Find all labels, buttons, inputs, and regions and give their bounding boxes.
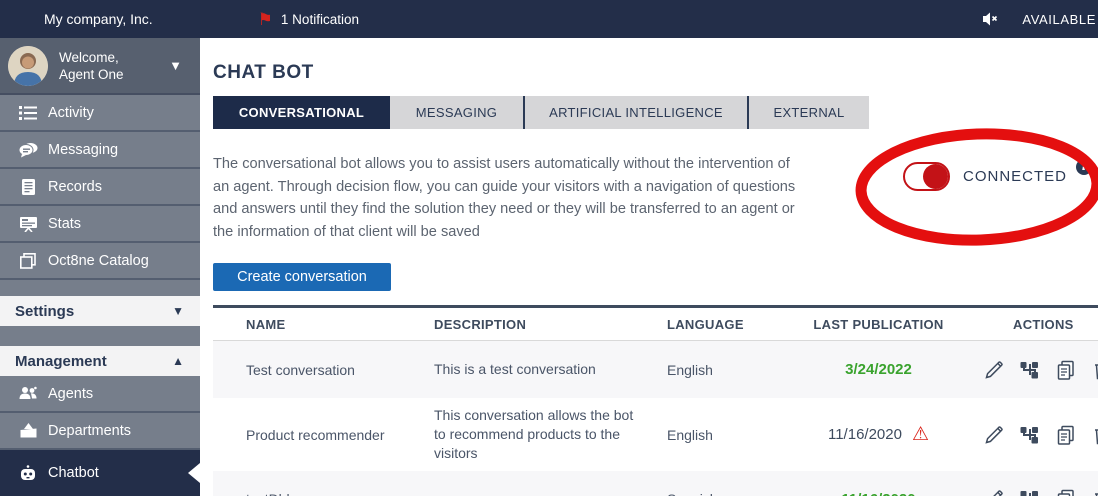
page-title: CHAT BOT [213,62,1098,84]
edit-pencil-icon[interactable] [983,359,1005,381]
sidebar: Welcome, Agent One ▼ Activity Messaging … [0,38,200,496]
edit-pencil-icon[interactable] [983,424,1005,446]
chat-bubbles-icon [18,142,38,158]
sidebar-item-oct8ne-catalog[interactable]: Oct8ne Catalog [0,243,200,280]
conversation-language: English [655,362,806,378]
table-row: testDbl Spanish 11/16/2020 [213,471,1098,496]
duplicate-copy-icon[interactable] [1055,424,1077,446]
tab-bar: CONVERSATIONAL MESSAGING ARTIFICIAL INTE… [213,96,1098,129]
chevron-down-icon: ▼ [169,58,182,73]
activity-list-icon [18,105,38,121]
conversation-name: Test conversation [246,362,434,378]
row-actions [951,359,1098,381]
toggle-knob [923,164,948,189]
row-actions [951,424,1098,446]
catalog-layers-icon [18,253,38,269]
availability-status[interactable]: AVAILABLE [1022,12,1096,27]
tab-external[interactable]: EXTERNAL [747,96,869,129]
flag-icon: ⚑ [258,11,273,28]
connection-toggle-group: CONNECTED i [903,162,1092,191]
table-row: Product recommender This conversation al… [213,398,1098,471]
col-language: LANGUAGE [655,317,806,332]
row-actions [951,488,1098,496]
table-header: NAME DESCRIPTION LANGUAGE LAST PUBLICATI… [213,308,1098,341]
tab-artificial-intelligence[interactable]: ARTIFICIAL INTELLIGENCE [523,96,747,129]
trash-icon[interactable] [1091,488,1098,496]
stats-board-icon [18,216,38,232]
flow-diagram-icon[interactable] [1019,424,1041,446]
conversation-name: testDbl [246,491,434,496]
last-publication-cell: 11/16/2020 ⚠ [806,425,951,444]
agents-people-icon [18,386,38,401]
conversation-language: English [655,427,806,443]
sidebar-section-settings[interactable]: Settings ▼ [0,296,200,326]
user-menu[interactable]: Welcome, Agent One ▼ [0,38,200,95]
departments-icon [18,423,38,438]
publication-date: 11/16/2020 [828,426,902,443]
col-name: NAME [246,317,434,332]
duplicate-copy-icon[interactable] [1055,359,1077,381]
main-content: CHAT BOT CONVERSATIONAL MESSAGING ARTIFI… [200,38,1098,496]
welcome-text: Welcome, Agent One [59,49,124,83]
mute-icon[interactable] [980,8,1002,30]
edit-pencil-icon[interactable] [983,488,1005,496]
toggle-status-label: CONNECTED [963,168,1067,185]
col-description: DESCRIPTION [434,317,655,332]
col-last-publication: LAST PUBLICATION [806,317,951,332]
chevron-down-icon: ▼ [172,304,184,318]
tab-messaging[interactable]: MESSAGING [390,96,523,129]
topbar: My company, Inc. ⚑ 1 Notification AVAILA… [0,0,1098,38]
conversation-language: Spanish [655,491,806,496]
sidebar-item-agents[interactable]: Agents [0,376,200,413]
trash-icon[interactable] [1091,359,1098,381]
sidebar-section-management[interactable]: Management ▲ [0,346,200,376]
flow-diagram-icon[interactable] [1019,488,1041,496]
last-publication-cell: 3/24/2022 [806,361,951,378]
sidebar-item-activity[interactable]: Activity [0,95,200,132]
info-icon[interactable]: i [1076,159,1092,175]
bot-description: The conversational bot allows you to ass… [213,153,798,243]
connected-toggle[interactable] [903,162,950,191]
conversations-table: NAME DESCRIPTION LANGUAGE LAST PUBLICATI… [213,305,1098,496]
publication-date: 3/24/2022 [845,361,912,378]
avatar [8,46,48,86]
warning-icon: ⚠ [912,425,929,444]
publication-date: 11/16/2020 [841,491,915,496]
conversation-name: Product recommender [246,427,434,443]
table-body: Test conversation This is a test convers… [213,341,1098,496]
tab-conversational[interactable]: CONVERSATIONAL [213,96,390,129]
chevron-up-icon: ▲ [172,354,184,368]
table-row: Test conversation This is a test convers… [213,341,1098,398]
notepad-icon [18,179,38,195]
notification-button[interactable]: ⚑ 1 Notification [258,11,359,28]
active-item-arrow [188,463,200,483]
last-publication-cell: 11/16/2020 [806,491,951,496]
robot-icon [18,465,38,481]
sidebar-item-stats[interactable]: Stats [0,206,200,243]
trash-icon[interactable] [1091,424,1098,446]
sidebar-item-chatbot[interactable]: Chatbot [0,450,200,496]
create-conversation-button[interactable]: Create conversation [213,263,391,291]
conversation-description: This is a test conversation [434,360,655,379]
duplicate-copy-icon[interactable] [1055,488,1077,496]
sidebar-item-departments[interactable]: Departments [0,413,200,450]
sidebar-item-messaging[interactable]: Messaging [0,132,200,169]
conversation-description: This conversation allows the bot to reco… [434,406,655,463]
notification-label: 1 Notification [281,12,359,27]
sidebar-item-records[interactable]: Records [0,169,200,206]
col-actions: ACTIONS [951,317,1098,332]
flow-diagram-icon[interactable] [1019,359,1041,381]
company-name: My company, Inc. [44,11,153,27]
